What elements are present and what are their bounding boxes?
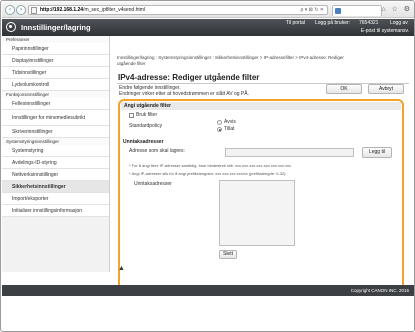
- sidebar-item-system[interactable]: Systemstyring: [2, 145, 109, 157]
- note-prefix: * Angi IP-adresser slik for å angi prefi…: [129, 171, 287, 176]
- policy-allow-radio[interactable]: [217, 127, 222, 132]
- back-icon[interactable]: ‹: [5, 5, 15, 15]
- ok-button[interactable]: OK: [326, 84, 362, 94]
- delete-button[interactable]: Slett: [219, 250, 237, 259]
- sidebar-item-paper[interactable]: Papirinnstillinger: [2, 43, 109, 55]
- browser-window: ‹ › http://192.168.1.24/m_sec_ipfilter_v…: [0, 0, 415, 332]
- email-admin-link[interactable]: E-post til systemansv.: [361, 28, 409, 35]
- address-input[interactable]: [225, 148, 354, 157]
- sidebar-item-store-media[interactable]: Innstillinger for mine­mediesubrikt: [2, 110, 109, 126]
- app-title: Innstillinger/lagring: [21, 23, 91, 32]
- page-title: IPv4-adresse: Rediger utgående filter: [118, 73, 260, 82]
- default-policy-label: Standardpolicy: [129, 123, 163, 129]
- cancel-button[interactable]: Avbryt: [368, 84, 404, 94]
- sidebar: Preferanser Papirinnstillinger Displayin…: [2, 36, 110, 272]
- forward-icon[interactable]: ›: [16, 5, 26, 15]
- sidebar-item-import-export[interactable]: Import/eksporter: [2, 193, 109, 205]
- sidebar-item-time[interactable]: Tidsinnstillinger: [2, 67, 109, 79]
- sidebar-item-network[interactable]: Nettverksinnstillinger: [2, 169, 109, 181]
- sidebar-section-management: Systemstyringsinnstillinger: [2, 138, 109, 145]
- page-icon: [31, 7, 37, 14]
- user-id: 7654321: [359, 20, 379, 26]
- sidebar-section-preferences: Preferanser: [2, 36, 109, 43]
- title-divider: [117, 83, 409, 84]
- sidebar-item-common[interactable]: Felles­innstillinger: [2, 98, 109, 110]
- sidebar-item-department-id[interactable]: Avdelings-ID-styring: [2, 157, 109, 169]
- section-title: Angi utgående filter: [121, 102, 401, 110]
- sidebar-item-initialize[interactable]: Initialiser innstillingsinformasjon: [2, 205, 109, 217]
- sidebar-item-security[interactable]: Sikkerhetsinnstillinger: [2, 181, 109, 193]
- to-portal-link[interactable]: Til portal: [286, 20, 305, 27]
- sidebar-section-functions: Funksjonsinnstillinger: [2, 91, 109, 98]
- copyright: Copyright CANON INC. 2016: [350, 288, 409, 293]
- exceptions-heading: Unntaksadresser: [123, 139, 164, 145]
- address-to-save-label: Adresse som skal lagres:: [129, 148, 185, 154]
- use-filter-label: Bruk filter: [136, 112, 158, 118]
- sidebar-item-printer[interactable]: Skriverinnstillinger: [2, 126, 109, 138]
- policy-reject-radio[interactable]: [217, 120, 222, 125]
- browser-toolbar-icons[interactable]: ⌂ ☆ ⚙: [381, 5, 412, 14]
- use-filter-checkbox[interactable]: [129, 113, 134, 118]
- exception-addresses-list[interactable]: [219, 180, 295, 246]
- add-button[interactable]: Legg til: [362, 147, 392, 158]
- sidebar-item-volume[interactable]: Lydvolumkontroll: [2, 79, 109, 91]
- policy-allow-label: Tillat: [224, 126, 235, 132]
- exception-addresses-label: Unntaksadresser: [134, 181, 172, 187]
- main-content: Innstillinger/lagring : Systemstyringsin…: [114, 36, 412, 295]
- note-range: * For å angi flere IP-adresser samtidig,…: [129, 163, 292, 168]
- sidebar-item-display[interactable]: Displayinnstillinger: [2, 55, 109, 67]
- browser-tab[interactable]: [332, 5, 382, 16]
- logged-in-label: Logg på bruker:: [315, 20, 351, 26]
- footer: Copyright CANON INC. 2016: [2, 285, 414, 296]
- app-header: Innstillinger/lagring Til portal Logg på…: [2, 19, 414, 36]
- settings-logo-icon: [6, 22, 16, 32]
- logout-link[interactable]: Logg av: [390, 20, 408, 27]
- address-bar-icons[interactable]: ρ ▾ ⊠ ↻ ✕: [301, 7, 324, 14]
- address-bar[interactable]: http://192.168.1.24/m_sec_ipfilter_v4sen…: [28, 5, 328, 15]
- breadcrumb: Innstillinger/lagring : Systemstyringsin…: [117, 55, 407, 67]
- url-text: http://192.168.1.24/m_sec_ipfilter_v4sen…: [40, 7, 146, 13]
- favicon-icon: [335, 8, 341, 14]
- browser-toolbar: ‹ › http://192.168.1.24/m_sec_ipfilter_v…: [2, 2, 414, 18]
- policy-reject-label: Avvis: [224, 119, 236, 125]
- back-to-top-icon[interactable]: ▲: [118, 265, 125, 272]
- intro-text: Endre følgende innstillinger. Endringer …: [119, 85, 249, 97]
- breadcrumb-line-2: utgående filter: [117, 61, 146, 66]
